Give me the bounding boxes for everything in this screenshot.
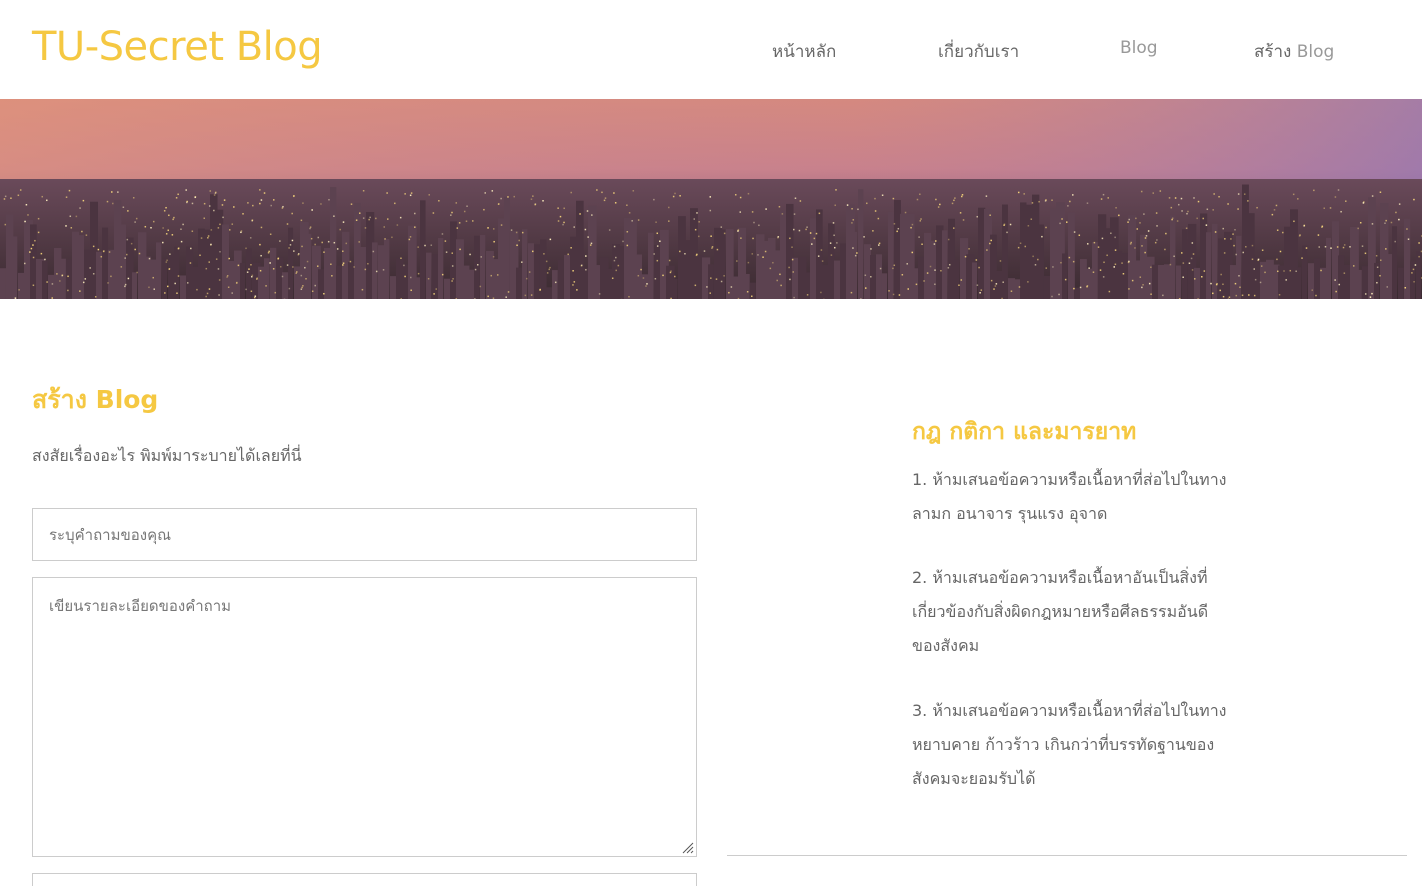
question-input[interactable] (32, 508, 697, 561)
resize-handle-icon[interactable] (681, 841, 694, 854)
next-form-field[interactable] (32, 873, 697, 886)
nav-about[interactable]: เกี่ยวกับเรา (938, 38, 1019, 65)
rule-item: 3. ห้ามเสนอข้อความหรือเนื้อหาที่ส่อไปในท… (912, 701, 1227, 788)
brand-logo[interactable]: TU-Secret Blog (32, 24, 323, 70)
site-header: TU-Secret Blog หน้าหลัก เกี่ยวกับเรา Blo… (0, 0, 1422, 99)
nav-create-blog[interactable]: สร้าง Blog (1254, 38, 1334, 65)
hero-banner-image (0, 99, 1422, 299)
city-skyline-image (0, 99, 1422, 299)
rule-item: 2. ห้ามเสนอข้อความหรือเนื้อหาอันเป็นสิ่ง… (912, 568, 1209, 655)
nav-blog[interactable]: Blog (1120, 38, 1158, 58)
nav-home[interactable]: หน้าหลัก (772, 38, 836, 65)
page-title: สร้าง Blog (32, 385, 159, 414)
sidebar-divider (727, 855, 1407, 856)
nav-create-suffix: Blog (1296, 42, 1335, 62)
nav-create-prefix: สร้าง (1254, 42, 1292, 62)
rule-item: 1. ห้ามเสนอข้อความหรือเนื้อหาที่ส่อไปในท… (912, 470, 1227, 523)
page-subtitle: สงสัยเรื่องอะไร พิมพ์มาระบายได้เลยที่นี่ (32, 446, 302, 465)
question-details-textarea[interactable] (32, 577, 697, 857)
rules-title: กฎ กติกา และมารยาท (912, 419, 1137, 445)
